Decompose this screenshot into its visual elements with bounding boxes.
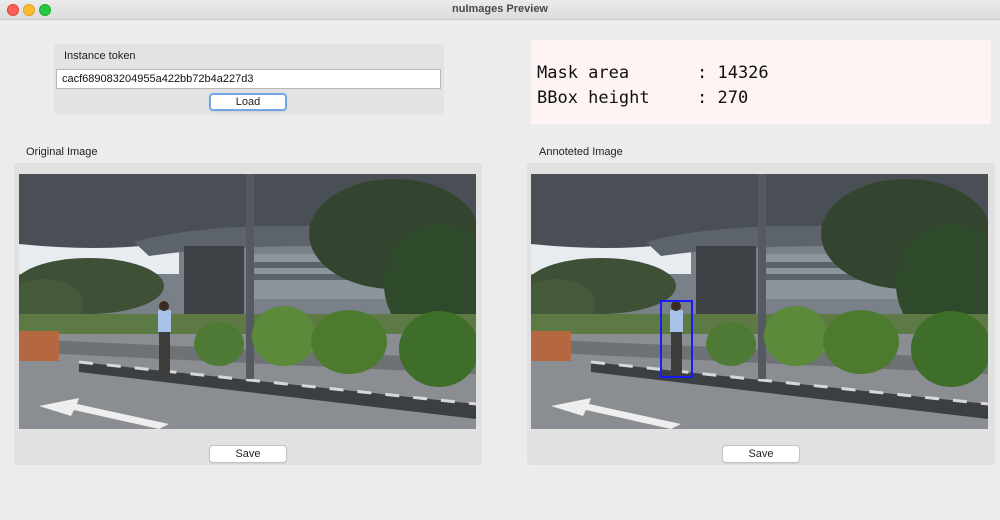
instance-token-input[interactable]: cacf689083204955a422bb72b4a227d3: [56, 69, 441, 89]
window-title: nuImages Preview: [452, 3, 548, 15]
annotated-save-button[interactable]: Save: [722, 445, 800, 463]
original-image-label: Original Image: [26, 146, 98, 158]
window-titlebar: nuImages Preview: [0, 0, 1000, 20]
original-save-button[interactable]: Save: [209, 445, 287, 463]
bbox-height-value: : 270: [697, 88, 749, 108]
bbox-height-row: BBox height : 270: [537, 88, 748, 108]
info-panel: Mask area : 14326 BBox height : 270: [531, 40, 991, 124]
mask-area-label: Mask area: [537, 63, 630, 83]
annotated-image-label: Annoteted Image: [539, 146, 623, 158]
annotated-image: [531, 174, 988, 429]
mask-area-row: Mask area : 14326: [537, 63, 769, 83]
instance-token-label: Instance token: [64, 50, 136, 62]
original-image: [19, 174, 476, 429]
mask-area-value: : 14326: [697, 63, 769, 83]
load-button[interactable]: Load: [209, 93, 287, 111]
bbox-height-label: BBox height: [537, 88, 650, 108]
